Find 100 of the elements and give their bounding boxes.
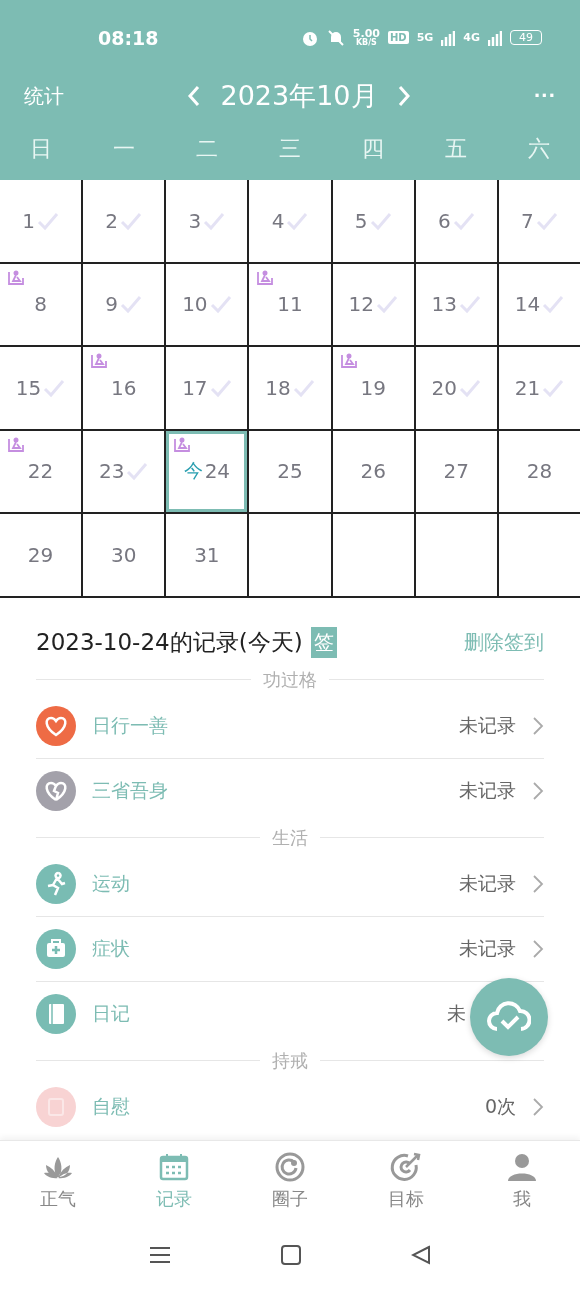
day-cell[interactable]: 15 <box>0 347 82 429</box>
day-cell[interactable]: 3 <box>166 180 248 262</box>
check-icon <box>452 210 475 231</box>
row-label: 三省吾身 <box>92 778 169 803</box>
day-number: 31 <box>194 542 220 567</box>
day-number: 24 <box>204 459 231 484</box>
day-cell[interactable]: 19 <box>332 347 414 429</box>
row-label: 症状 <box>92 935 131 961</box>
day-cell[interactable]: 25 <box>249 430 331 512</box>
day-cell[interactable]: 11 <box>249 263 331 345</box>
day-cell[interactable]: 23 <box>83 430 165 512</box>
meditation-icon <box>256 269 275 286</box>
network-type: 5G <box>416 32 434 43</box>
day-number: 27 <box>443 459 469 484</box>
day-cell[interactable]: 27 <box>415 430 497 512</box>
day-number: 17 <box>182 375 208 400</box>
day-number: 18 <box>265 375 291 400</box>
day-number: 15 <box>15 375 42 400</box>
meditation-icon <box>173 436 192 453</box>
bell-muted-icon <box>326 28 345 47</box>
nav-tab[interactable]: 正气 <box>0 1141 116 1220</box>
menu-icon[interactable] <box>149 1245 171 1264</box>
back-triangle-icon[interactable] <box>411 1244 431 1265</box>
nav-tab[interactable]: 记录 <box>116 1141 232 1220</box>
day-cell[interactable]: 14 <box>498 263 580 345</box>
day-cell[interactable]: 21 <box>498 347 580 429</box>
day-cell[interactable]: 1 <box>0 180 82 262</box>
day-cell[interactable]: 今 24 <box>166 430 248 512</box>
month-title: 2023年10月 <box>220 79 378 113</box>
weekday-label: 一 <box>112 134 137 163</box>
today-marker: 今 <box>183 458 203 484</box>
day-number: 14 <box>514 292 541 317</box>
day-cell[interactable]: 13 <box>415 263 497 345</box>
day-cell[interactable]: 7 <box>498 180 580 262</box>
network-type: 4G <box>463 32 480 43</box>
signed-badge: 签 <box>310 627 337 658</box>
clock-time: 08:18 <box>98 26 160 49</box>
row-status: 未记录 <box>459 712 516 738</box>
meditation-icon <box>7 436 25 453</box>
day-number: 20 <box>431 375 457 400</box>
home-square-icon[interactable] <box>281 1244 301 1265</box>
row-status: 未 <box>447 1001 466 1026</box>
weekday-label: 三 <box>278 134 302 163</box>
check-icon <box>209 294 232 315</box>
day-cell[interactable]: 8 <box>0 263 82 345</box>
book-icon <box>36 994 76 1034</box>
check-icon <box>43 377 66 398</box>
day-cell[interactable]: 29 <box>0 514 82 596</box>
check-icon <box>535 210 558 231</box>
day-number: 10 <box>182 292 208 317</box>
person-icon <box>505 1151 539 1183</box>
check-icon <box>36 210 59 231</box>
day-number: 30 <box>111 542 137 567</box>
day-cell[interactable]: 12 <box>332 263 414 345</box>
check-icon <box>292 377 315 398</box>
check-icon <box>286 210 309 231</box>
check-icon <box>203 210 226 231</box>
row-label: 日行一善 <box>92 712 169 738</box>
row-label: 自慰 <box>92 1094 131 1119</box>
day-cell[interactable]: 18 <box>249 347 331 429</box>
day-number: 12 <box>348 292 374 317</box>
day-cell[interactable]: 20 <box>415 347 497 429</box>
day-cell[interactable]: 22 <box>0 430 82 512</box>
day-cell[interactable]: 10 <box>166 263 248 345</box>
nav-tab[interactable]: 圈子 <box>232 1141 348 1220</box>
section-title: 功过格 <box>263 667 317 692</box>
weekday-label: 五 <box>443 134 468 163</box>
check-icon <box>542 294 565 315</box>
day-number: 1 <box>22 208 35 233</box>
weekday-label: 六 <box>526 134 551 163</box>
day-cell[interactable]: 28 <box>498 430 580 512</box>
row-status: 未记录 <box>459 935 516 961</box>
day-cell[interactable]: 4 <box>249 180 331 262</box>
check-icon <box>126 461 149 482</box>
nav-tab[interactable]: 目标 <box>348 1141 464 1220</box>
day-cell[interactable]: 2 <box>83 180 165 262</box>
day-cell[interactable]: 16 <box>83 347 165 429</box>
day-cell[interactable]: 30 <box>83 514 165 596</box>
check-icon <box>459 377 481 398</box>
calendar-icon <box>157 1151 191 1183</box>
day-cell[interactable]: 9 <box>83 263 165 345</box>
day-number: 7 <box>521 208 534 233</box>
day-cell[interactable]: 26 <box>332 430 414 512</box>
day-cell[interactable]: 17 <box>166 347 248 429</box>
run-icon <box>36 863 76 904</box>
meditation-icon <box>339 353 358 369</box>
section-title: 生活 <box>272 825 308 850</box>
nav-tab[interactable]: 我 <box>464 1141 580 1220</box>
section-title: 持戒 <box>272 1048 308 1073</box>
row-label: 日记 <box>92 1001 131 1026</box>
signal-icon <box>441 29 456 46</box>
record-title: 2023-10-24的记录(今天) <box>36 628 303 657</box>
day-number: 2 <box>105 208 119 233</box>
row-status: 0次 <box>484 1094 516 1119</box>
check-icon <box>120 210 143 231</box>
day-cell[interactable]: 6 <box>415 180 497 262</box>
day-number: 6 <box>437 208 451 233</box>
day-cell[interactable]: 31 <box>166 514 248 596</box>
check-icon <box>375 294 398 315</box>
day-cell[interactable]: 5 <box>332 180 414 262</box>
